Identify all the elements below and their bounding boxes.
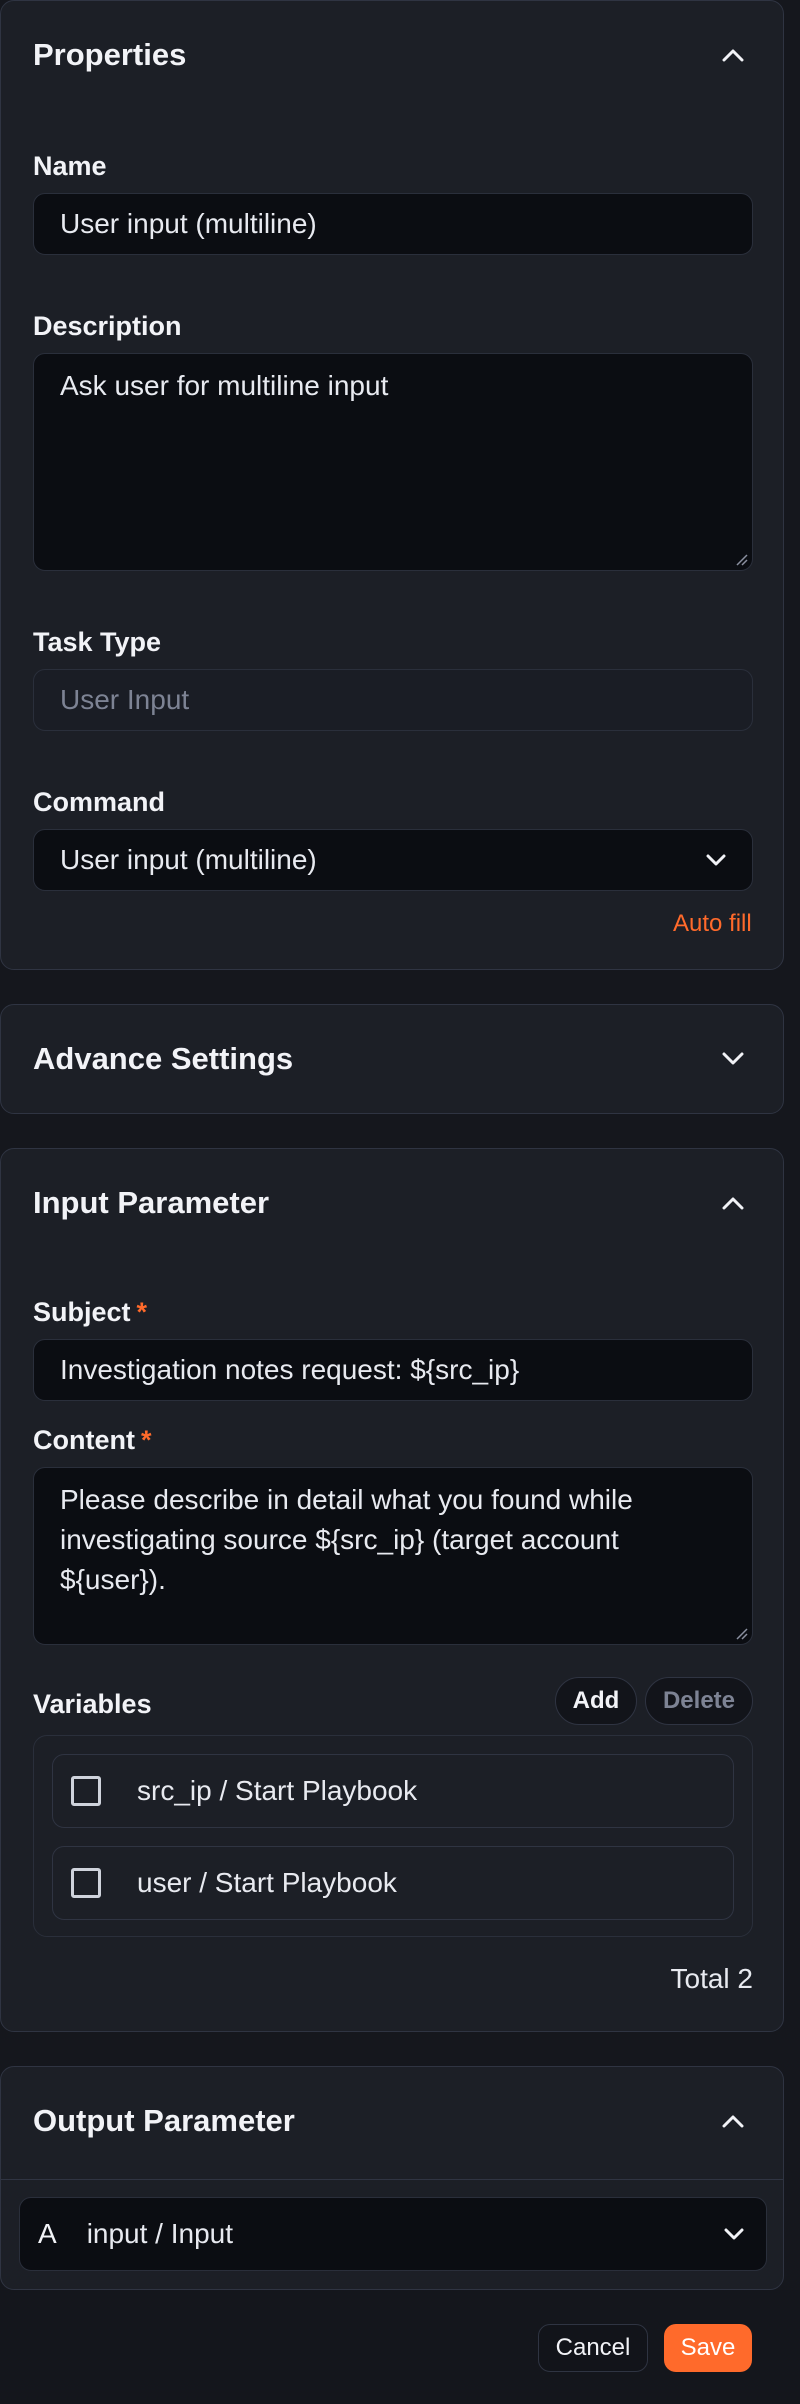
properties-title: Properties xyxy=(33,37,187,72)
checkbox-icon[interactable] xyxy=(71,1868,101,1898)
output-parameter-title: Output Parameter xyxy=(33,2103,295,2138)
output-parameter-collapse-button[interactable] xyxy=(715,2103,751,2139)
add-variable-button[interactable]: Add xyxy=(555,1677,637,1725)
chevron-up-icon xyxy=(722,1197,744,1210)
resize-handle-icon[interactable] xyxy=(734,552,748,566)
content-textarea[interactable]: Please describe in detail what you found… xyxy=(33,1467,753,1645)
advance-settings-title: Advance Settings xyxy=(33,1041,294,1076)
advance-settings-expand-button[interactable] xyxy=(715,1041,751,1077)
checkbox-icon[interactable] xyxy=(71,1776,101,1806)
input-parameter-collapse-button[interactable] xyxy=(715,1185,751,1221)
variables-list: src_ip / Start Playbook user / Start Pla… xyxy=(33,1735,753,1937)
variable-label: user / Start Playbook xyxy=(137,1867,397,1898)
chevron-down-icon xyxy=(724,2228,744,2240)
output-item[interactable]: A input / Input xyxy=(19,2197,767,2271)
command-value: User input (multiline) xyxy=(60,844,317,875)
command-label: Command xyxy=(33,787,166,817)
input-parameter-card: Input Parameter Subject * Investigation n… xyxy=(0,1148,784,2032)
chevron-up-icon xyxy=(722,2115,744,2128)
task-type-label: Task Type xyxy=(33,627,162,657)
auto-fill-link[interactable]: Auto fill xyxy=(673,910,752,938)
output-item-label: input / Input xyxy=(86,2218,234,2249)
delete-variable-button[interactable]: Delete xyxy=(645,1677,753,1725)
properties-card: Properties Name User input (multiline) D… xyxy=(0,0,784,970)
chevron-down-icon xyxy=(722,1052,744,1065)
output-parameter-card: Output Parameter A input / Input xyxy=(0,2066,784,2290)
variable-label: src_ip / Start Playbook xyxy=(137,1775,418,1806)
content-text: Please describe in detail what you found… xyxy=(60,1484,633,1595)
input-parameter-title: Input Parameter xyxy=(33,1185,270,1220)
list-item[interactable]: user / Start Playbook xyxy=(52,1846,734,1920)
description-label: Description xyxy=(33,311,182,341)
subject-label: Subject * xyxy=(33,1297,147,1328)
chevron-down-icon xyxy=(706,854,726,866)
name-input[interactable]: User input (multiline) xyxy=(33,193,753,255)
subject-label-text: Subject xyxy=(33,1297,131,1327)
variables-label: Variables xyxy=(33,1689,152,1719)
properties-collapse-button[interactable] xyxy=(715,37,751,73)
output-divider xyxy=(1,2179,783,2180)
description-text: Ask user for multiline input xyxy=(60,370,389,401)
output-type-badge: A xyxy=(38,2218,57,2249)
variables-total: Total 2 xyxy=(670,1963,754,1994)
content-label-text: Content xyxy=(33,1425,135,1455)
command-select[interactable]: User input (multiline) xyxy=(33,829,753,891)
chevron-up-icon xyxy=(722,49,744,62)
advance-settings-card[interactable]: Advance Settings xyxy=(0,1004,784,1114)
resize-handle-icon[interactable] xyxy=(734,1626,748,1640)
content-label: Content * xyxy=(33,1425,152,1456)
subject-input[interactable]: Investigation notes request: ${src_ip} xyxy=(33,1339,753,1401)
list-item[interactable]: src_ip / Start Playbook xyxy=(52,1754,734,1828)
required-mark: * xyxy=(136,1297,148,1327)
task-type-input: User Input xyxy=(33,669,753,731)
cancel-button[interactable]: Cancel xyxy=(538,2324,648,2372)
name-label: Name xyxy=(33,151,107,181)
save-button[interactable]: Save xyxy=(664,2324,752,2372)
required-mark: * xyxy=(140,1425,152,1455)
description-textarea[interactable]: Ask user for multiline input xyxy=(33,353,753,571)
